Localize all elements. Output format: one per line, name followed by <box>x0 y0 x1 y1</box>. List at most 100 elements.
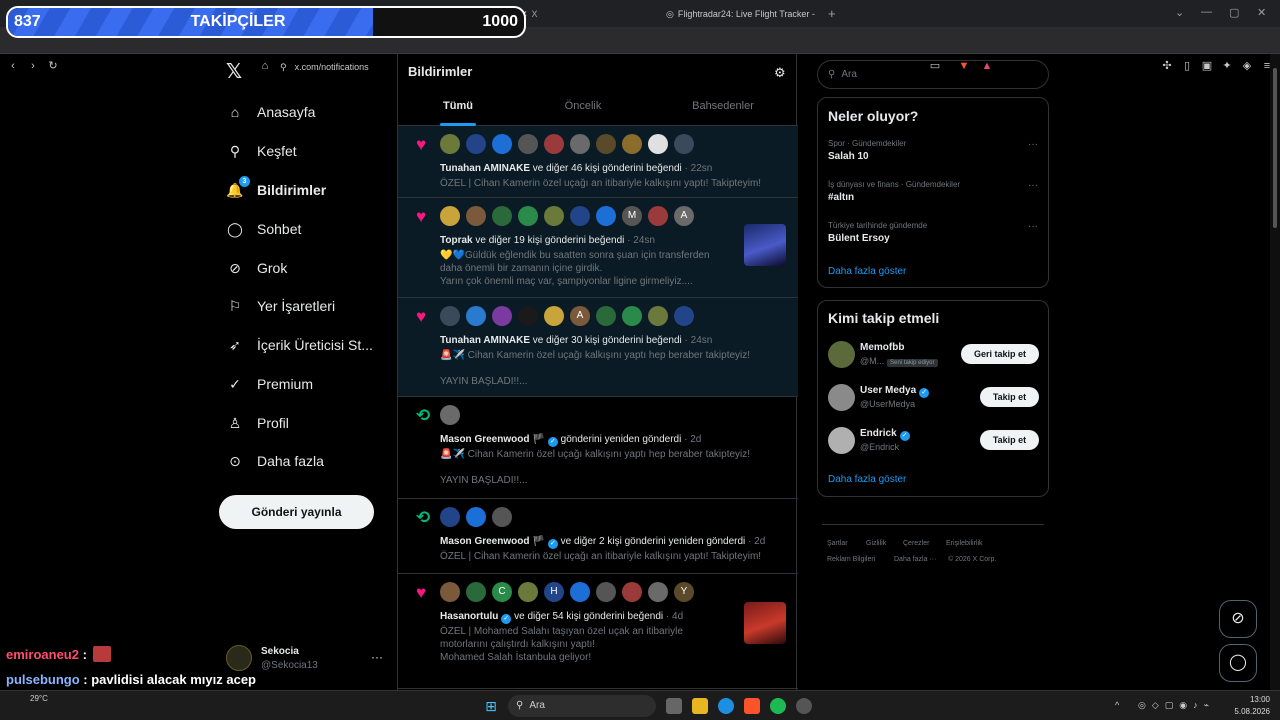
notification-item[interactable]: ♥ C H Y Hasanortulu ✓ ve diğer 54 kişi gönder… <box>398 574 798 689</box>
actor-name[interactable]: Mason Greenwood <box>440 434 529 445</box>
back-icon[interactable]: ‹ <box>6 59 20 73</box>
tab-priority[interactable]: Öncelik <box>518 88 648 126</box>
wallet-icon[interactable]: ▣ <box>1200 59 1214 73</box>
avatar[interactable] <box>544 206 564 226</box>
trend-more-icon[interactable]: ··· <box>1028 221 1038 232</box>
footer-link[interactable]: Şartlar <box>827 540 848 547</box>
x-logo-icon[interactable]: 𝕏 <box>226 62 246 82</box>
avatar[interactable]: A <box>674 206 694 226</box>
actor-name[interactable]: Tunahan AMINAKE <box>440 163 530 174</box>
taskbar-search-input[interactable]: ⚲ Ara <box>508 695 656 717</box>
nav-item-1[interactable]: ⚲ Keşfet <box>226 136 297 166</box>
avatar[interactable] <box>648 306 668 326</box>
suggested-user-name[interactable]: Memofbb <box>860 342 904 353</box>
edge-icon[interactable] <box>718 698 734 714</box>
grok-fab-icon[interactable]: ⊘ <box>1219 600 1257 638</box>
avatar[interactable] <box>596 206 616 226</box>
suggested-user-name[interactable]: Endrick ✓ <box>860 428 910 441</box>
nav-item-2[interactable]: 🔔 3 Bildirimler <box>226 175 326 205</box>
nav-item-6[interactable]: ➶ İçerik Üreticisi St... <box>226 330 373 360</box>
nav-item-8[interactable]: ♙ Profil <box>226 408 289 438</box>
who-show-more-link[interactable]: Daha fazla göster <box>828 474 906 485</box>
avatar[interactable] <box>440 507 460 527</box>
bookmark-page-icon[interactable]: ⌂ <box>258 59 272 73</box>
maximize-icon[interactable]: ▢ <box>1229 6 1239 19</box>
trends-show-more-link[interactable]: Daha fazla göster <box>828 266 906 277</box>
windows-start-icon[interactable]: ⊞ <box>483 698 499 714</box>
nav-item-3[interactable]: ◯ Sohbet <box>226 214 301 244</box>
avatar[interactable]: C <box>492 582 512 602</box>
leo-ai-icon[interactable]: ✦ <box>1220 59 1234 73</box>
actor-name[interactable]: Mason Greenwood <box>440 536 529 547</box>
messages-fab-icon[interactable]: ◯ <box>1219 644 1257 682</box>
notification-item[interactable]: ⟲ Mason Greenwood 🏴 ✓ ve diğer 2 kişi gönde… <box>398 499 798 574</box>
page-scrollbar[interactable] <box>1270 54 1280 690</box>
notification-item[interactable]: ⟲ Mason Greenwood 🏴 ✓ gönderini yeniden gön… <box>398 397 798 499</box>
trend-more-icon[interactable]: ··· <box>1028 139 1038 150</box>
follow-button[interactable]: Takip et <box>980 430 1039 450</box>
suggested-user-name[interactable]: User Medya ✓ <box>860 385 930 398</box>
trend-more-icon[interactable]: ··· <box>1028 180 1038 191</box>
footer-link[interactable]: Reklam Bilgileri <box>827 556 875 563</box>
notification-item[interactable]: ♥ A Tunahan AMINAKE ve diğer 30 kişi gönde… <box>398 298 798 397</box>
search-input[interactable]: ⚲ Ara <box>817 60 1049 89</box>
nav-item-5[interactable]: ⚐ Yer İşaretleri <box>226 291 335 321</box>
avatar[interactable] <box>466 206 486 226</box>
avatar[interactable] <box>440 306 460 326</box>
avatar[interactable] <box>518 582 538 602</box>
avatar[interactable] <box>570 134 590 154</box>
avatar[interactable] <box>570 582 590 602</box>
vpn-icon[interactable]: ◈ <box>1240 59 1254 73</box>
avatar[interactable] <box>596 306 616 326</box>
brave-taskbar-icon[interactable] <box>744 698 760 714</box>
avatar[interactable] <box>466 507 486 527</box>
avatar[interactable] <box>466 582 486 602</box>
trend-name[interactable]: #altın <box>828 192 854 203</box>
nav-item-7[interactable]: ✓ Premium <box>226 369 313 399</box>
avatar[interactable] <box>674 306 694 326</box>
post-thumbnail[interactable] <box>744 224 786 266</box>
suggested-user-avatar[interactable] <box>828 384 855 411</box>
post-button[interactable]: Gönderi yayınla <box>219 495 374 529</box>
avatar[interactable] <box>648 134 668 154</box>
avatar[interactable] <box>440 405 460 425</box>
extensions-icon[interactable]: ✣ <box>1160 59 1174 73</box>
avatar[interactable] <box>518 134 538 154</box>
reload-icon[interactable]: ↻ <box>46 59 60 73</box>
nav-item-0[interactable]: ⌂ Anasayfa <box>226 97 316 127</box>
close-window-icon[interactable]: ✕ <box>1257 6 1266 19</box>
footer-link[interactable]: © 2026 X Corp. <box>948 556 996 563</box>
actor-name[interactable]: Hasanortulu <box>440 611 498 622</box>
avatar[interactable]: Y <box>674 582 694 602</box>
post-thumbnail[interactable] <box>744 602 786 644</box>
avatar[interactable] <box>570 206 590 226</box>
follow-button[interactable]: Takip et <box>980 387 1039 407</box>
avatar[interactable] <box>466 134 486 154</box>
avatar[interactable] <box>492 306 512 326</box>
actor-name[interactable]: Toprak <box>440 235 473 246</box>
nav-item-4[interactable]: ⊘ Grok <box>226 253 287 283</box>
footer-link[interactable]: Gizlilik <box>866 540 886 547</box>
avatar[interactable]: A <box>570 306 590 326</box>
footer-link[interactable]: Erişilebilirlik <box>946 540 983 547</box>
avatar[interactable] <box>648 582 668 602</box>
new-tab-button[interactable]: + <box>828 4 840 24</box>
avatar[interactable] <box>622 134 642 154</box>
nav-item-9[interactable]: ⊙ Daha fazla <box>226 446 324 476</box>
sidebar-icon[interactable]: ▯ <box>1180 59 1194 73</box>
minimize-icon[interactable]: — <box>1201 6 1212 18</box>
avatar[interactable] <box>674 134 694 154</box>
avatar[interactable] <box>492 134 512 154</box>
trend-name[interactable]: Bülent Ersoy <box>828 233 890 244</box>
notification-item[interactable]: ♥ M A Toprak ve diğer 19 kişi gönderini beğ… <box>398 198 798 298</box>
spotify-icon[interactable] <box>770 698 786 714</box>
scrollbar-thumb[interactable] <box>1273 68 1277 228</box>
avatar[interactable] <box>622 306 642 326</box>
tray-chevron-icon[interactable]: ^ <box>1115 700 1119 710</box>
footer-link[interactable]: Daha fazla ··· <box>894 556 936 563</box>
suggested-user-avatar[interactable] <box>828 427 855 454</box>
task-view-icon[interactable] <box>666 698 682 714</box>
account-more-icon[interactable]: ··· <box>371 650 383 664</box>
file-explorer-icon[interactable] <box>692 698 708 714</box>
avatar[interactable] <box>596 134 616 154</box>
